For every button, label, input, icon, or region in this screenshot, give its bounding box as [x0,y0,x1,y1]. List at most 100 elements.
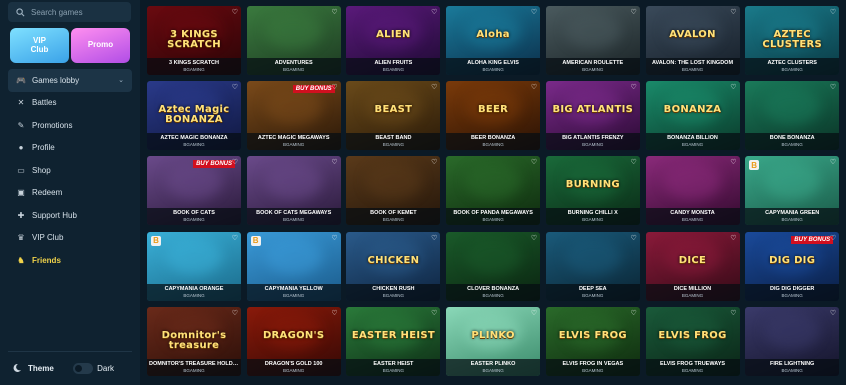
sidebar-item-support-hub[interactable]: ✚ Support Hub [8,204,132,227]
heart-icon[interactable]: ♡ [331,158,337,166]
game-tile[interactable]: DICE ♡ DICE MILLION BGAMING [645,231,740,301]
heart-icon[interactable]: ♡ [431,158,437,166]
heart-icon[interactable]: ♡ [331,83,337,91]
heart-icon[interactable]: ♡ [531,309,537,317]
heart-icon[interactable]: ♡ [531,158,537,166]
game-tile[interactable]: CHICKEN ♡ CHICKEN RUSH BGAMING [346,231,441,301]
sidebar-item-vip-club[interactable]: ♛ VIP Club [8,227,132,250]
sidebar-item-friends[interactable]: ♞ Friends [8,249,132,272]
heart-icon[interactable]: ♡ [232,83,238,91]
sidebar-item-games-lobby[interactable]: 🎮 Games lobby ⌄ [8,69,132,92]
game-tile[interactable]: ♡ BOOK OF PANDA MEGAWAYS BGAMING [446,156,541,226]
theme-switcher[interactable]: Theme Dark [8,356,132,380]
game-tile[interactable]: DRAGON'S ♡ DRAGON'S GOLD 100 BGAMING [246,306,341,376]
heart-icon[interactable]: ♡ [830,234,836,242]
game-logo: ELVIS FROG [558,329,627,341]
heart-icon[interactable]: ♡ [830,8,836,16]
sidebar-item-promotions[interactable]: ✎ Promotions [8,114,132,137]
crossed-swords-icon: ✕ [17,98,25,108]
casino-app: Search games VIP Club Promo 🎮 Games lobby… [0,0,846,385]
heart-icon[interactable]: ♡ [531,8,537,16]
heart-icon[interactable]: ♡ [830,158,836,166]
heart-icon[interactable]: ♡ [730,234,736,242]
game-tile[interactable]: PLINKO ♡ EASTER PLINKO BGAMING [446,306,541,376]
game-tile[interactable]: ♡ ADVENTURES BGAMING [246,6,341,75]
game-tile[interactable]: Aloha ♡ ALOHA KING ELVIS BGAMING [446,6,541,75]
game-logo: AZTEC CLUSTERS [762,29,822,50]
heart-icon[interactable]: ♡ [232,309,238,317]
sidebar-item-redeem[interactable]: ▣ Redeem [8,182,132,205]
game-tile[interactable]: ♡ BOOK OF CATS MEGAWAYS BGAMING [246,156,341,226]
heart-icon[interactable]: ♡ [431,83,437,91]
heart-icon[interactable]: ♡ [631,309,637,317]
bgaming-b-icon: B [151,235,161,246]
sidebar-nav: 🎮 Games lobby ⌄ ✕ Battles ✎ Promotions ● Profile… [8,69,132,272]
game-tile[interactable]: AZTEC CLUSTERS ♡ AZTEC CLUSTERS BGAMING [745,6,840,75]
game-tile[interactable]: ♡ AMERICAN ROULETTE BGAMING [545,6,640,75]
game-tile[interactable]: BEAST ♡ BEAST BAND BGAMING [346,81,441,151]
sidebar-item-battles[interactable]: ✕ Battles [8,92,132,115]
game-tile[interactable]: ELVIS FROG ♡ ELVIS FROG IN VEGAS BGAMING [545,306,640,376]
heart-icon[interactable]: ♡ [830,83,836,91]
sidebar-item-profile[interactable]: ● Profile [8,137,132,160]
game-info: BOOK OF CATS MEGAWAYS BGAMING [246,208,341,226]
game-tile[interactable]: ELVIS FROG ♡ ELVIS FROG TRUEWAYS BGAMING [645,306,740,376]
game-tile[interactable]: ♡ FIRE LIGHTNING BGAMING [745,306,840,376]
game-provider: BGAMING [382,217,405,223]
heart-icon[interactable]: ♡ [431,234,437,242]
heart-icon[interactable]: ♡ [631,8,637,16]
moon-icon [13,363,21,372]
promo-button[interactable]: Promo [71,28,130,63]
game-name: ELVIS FROG TRUEWAYS [659,360,726,367]
theme-toggle[interactable] [73,362,94,374]
game-tile[interactable]: EASTER HEIST ♡ EASTER HEIST BGAMING [346,306,441,376]
heart-icon[interactable]: ♡ [631,158,637,166]
game-info: BOOK OF KEMET BGAMING [346,208,441,226]
game-tile[interactable]: ♡ BOOK OF KEMET BGAMING [346,156,441,226]
game-tile[interactable]: BURNING ♡ BURNING CHILLI X BGAMING [545,156,640,226]
game-tile[interactable]: BUY BONUS ♡ AZTEC MAGIC MEGAWAYS BGAMING [246,81,341,151]
heart-icon[interactable]: ♡ [232,158,238,166]
heart-icon[interactable]: ♡ [730,8,736,16]
heart-icon[interactable]: ♡ [531,83,537,91]
game-provider: BGAMING [283,142,305,148]
game-tile[interactable]: ♡ DEEP SEA BGAMING [545,231,640,301]
search-input[interactable]: Search games [8,2,131,22]
game-name: ADVENTURES [274,60,313,66]
heart-icon[interactable]: ♡ [232,8,238,16]
heart-icon[interactable]: ♡ [730,83,736,91]
heart-icon[interactable]: ♡ [331,8,337,16]
sidebar-item-shop[interactable]: ▭ Shop [8,159,132,182]
heart-icon[interactable]: ♡ [631,83,637,91]
heart-icon[interactable]: ♡ [431,309,437,317]
game-tile[interactable]: B ♡ CAPYMANIA ORANGE BGAMING [147,231,241,301]
game-tile[interactable]: 3 KINGS SCRATCH ♡ 3 KINGS SCRATCH BGAMING [147,6,241,75]
game-tile[interactable]: BUY BONUS ♡ BOOK OF CATS BGAMING [147,156,241,226]
heart-icon[interactable]: ♡ [331,234,337,242]
game-tile[interactable]: Domnitor's treasure ♡ DOMNITOR'S TREASURE … [147,306,241,376]
game-tile[interactable]: ♡ BONE BONANZA BGAMING [745,81,840,151]
game-tile[interactable]: B ♡ CAPYMANIA YELLOW BGAMING [246,231,341,301]
theme-value: Dark [97,363,114,373]
game-tile[interactable]: BONANZA ♡ BONANZA BILLION BGAMING [645,81,740,151]
game-tile[interactable]: AVALON ♡ AVALON: THE LOST KINGDOM BGAMING [645,6,740,75]
heart-icon[interactable]: ♡ [730,309,736,317]
heart-icon[interactable]: ♡ [631,234,637,242]
heart-icon[interactable]: ♡ [331,309,337,317]
game-tile[interactable]: ALIEN ♡ ALIEN FRUITS BGAMING [346,6,441,75]
game-provider: BGAMING [681,67,704,72]
game-tile[interactable]: BEER ♡ BEER BONANZA BGAMING [446,81,541,151]
game-tile[interactable]: ♡ CANDY MONSTA BGAMING [645,156,740,226]
game-tile[interactable]: BIG ATLANTIS ♡ BIG ATLANTIS FRENZY BGAMING [545,81,640,151]
game-tile[interactable]: Aztec Magic BONANZA ♡ AZTEC MAGIC BONANZA B… [147,81,241,151]
heart-icon[interactable]: ♡ [730,158,736,166]
vip-club-button[interactable]: VIP Club [10,28,69,63]
heart-icon[interactable]: ♡ [531,234,537,242]
heart-icon[interactable]: ♡ [830,309,836,317]
game-tile[interactable]: B ♡ CAPYMANIA GREEN BGAMING [745,156,840,226]
game-tile[interactable]: ♡ CLOVER BONANZA BGAMING [446,231,541,301]
heart-icon[interactable]: ♡ [431,8,437,16]
heart-icon[interactable]: ♡ [232,234,238,242]
friends-icon: ♞ [17,255,25,265]
game-tile[interactable]: DIG DIG BUY BONUS ♡ DIG DIG DIGGER BGAMING [745,231,840,301]
